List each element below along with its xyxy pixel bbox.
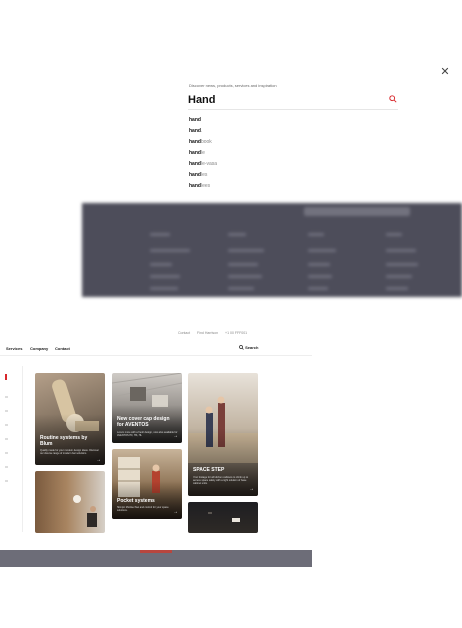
- blurred-footer: [82, 203, 462, 297]
- close-icon[interactable]: ✕: [440, 66, 449, 78]
- sidebar-item[interactable]: [5, 396, 8, 398]
- interior-image: [73, 495, 97, 527]
- card-space-step[interactable]: SPACE STEP Your footage for all kitchen …: [188, 373, 258, 496]
- card-pocket-systems[interactable]: Pocket systems Slimpic Mortise flow and …: [112, 449, 182, 519]
- sidebar-item[interactable]: [5, 480, 8, 482]
- suggestion-list: hand hand. handbook handle handle-vasa h…: [189, 115, 217, 192]
- bottom-accent: [140, 550, 172, 553]
- filter-sidebar: [0, 366, 23, 532]
- dark-image: [208, 512, 240, 522]
- card-interior[interactable]: [35, 471, 105, 533]
- nav-company[interactable]: Company: [30, 346, 48, 351]
- sidebar-item[interactable]: [5, 438, 8, 440]
- arrow-right-icon[interactable]: →: [173, 509, 178, 515]
- suggestion-item[interactable]: hand: [189, 115, 217, 126]
- suggestion-item[interactable]: handles: [189, 170, 217, 181]
- suggestion-item[interactable]: handle: [189, 148, 217, 159]
- search-icon[interactable]: [389, 95, 397, 103]
- utility-bar: Contact Find Harrison +1 00 FFF001: [178, 331, 253, 335]
- nav-search-button[interactable]: Search: [239, 345, 258, 350]
- suggestion-item[interactable]: hand.: [189, 126, 217, 137]
- suggestion-item[interactable]: handle-vasa: [189, 159, 217, 170]
- arrow-right-icon[interactable]: →: [249, 486, 254, 492]
- nav-services[interactable]: Services: [6, 346, 22, 351]
- sidebar-item[interactable]: [5, 424, 8, 426]
- search-prompt: Discover news, products, services and in…: [189, 83, 277, 88]
- arrow-right-icon[interactable]: →: [173, 433, 178, 439]
- search-input[interactable]: [188, 93, 388, 107]
- utility-contact[interactable]: Contact: [178, 331, 190, 335]
- nav-contact[interactable]: Contact: [55, 346, 70, 351]
- bottom-bar: [0, 550, 312, 567]
- sidebar-item[interactable]: [5, 466, 8, 468]
- card-dark[interactable]: [188, 502, 258, 533]
- utility-phone[interactable]: +1 00 FFF001: [225, 331, 247, 335]
- suggestion-item[interactable]: handbook: [189, 137, 217, 148]
- sidebar-item[interactable]: [5, 452, 8, 454]
- card-routine-systems[interactable]: Routine systems by Blum Quality made for…: [35, 373, 105, 465]
- main-nav: Services Company Contact Search: [0, 341, 312, 356]
- utility-find[interactable]: Find Harrison: [197, 331, 218, 335]
- sidebar-item[interactable]: [5, 410, 8, 412]
- card-cover-cap[interactable]: New cover cap design for AVENTOS Lorem m…: [112, 373, 182, 443]
- search-icon: [239, 345, 244, 350]
- active-indicator: [5, 374, 7, 380]
- suggestion-item[interactable]: handlees: [189, 181, 217, 192]
- arrow-right-icon[interactable]: →: [96, 457, 101, 463]
- search-divider: [188, 109, 398, 110]
- close-button[interactable]: ✕: [439, 66, 451, 78]
